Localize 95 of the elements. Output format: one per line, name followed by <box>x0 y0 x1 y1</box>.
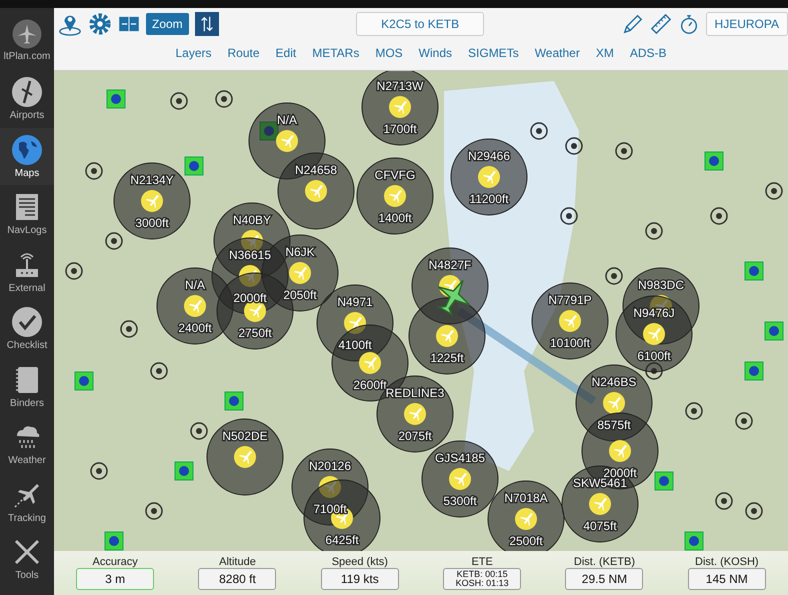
aircraft-label: N7791P <box>548 293 592 307</box>
menu-item[interactable]: ADS-B <box>630 46 667 60</box>
altitude-label: 8575ft <box>597 418 631 432</box>
aircraft-label: N983DC <box>638 278 684 292</box>
aircraft-label: N36615 <box>228 248 272 262</box>
altitude-label: 10100ft <box>550 336 590 350</box>
altitude-label: 6100ft <box>637 349 671 363</box>
readout-label: Dist. (KOSH) <box>695 556 759 568</box>
altitude-label: 4075ft <box>583 519 617 533</box>
altitude-label: 2400ft <box>178 321 212 335</box>
traffic-target[interactable] <box>362 71 438 146</box>
aircraft-label: N20126 <box>308 459 352 473</box>
traffic-target[interactable] <box>206 418 284 496</box>
profile-button[interactable]: HJEUROPA <box>706 12 788 36</box>
traffic-target[interactable] <box>422 440 498 518</box>
logo-text: ltPlan.com <box>4 50 50 62</box>
readout-label: Altitude <box>219 556 256 568</box>
settings-icon[interactable] <box>88 12 112 36</box>
readout-label: Dist. (KETB) <box>574 556 636 568</box>
aircraft-label: N2713W <box>376 79 424 93</box>
aircraft-label: N2134Y <box>130 173 174 187</box>
aircraft-label: N29466 <box>468 149 510 163</box>
aircraft-label: N40BY <box>232 213 272 227</box>
menu-item[interactable]: Edit <box>276 46 296 60</box>
sidebar-tab[interactable]: Binders <box>0 358 54 415</box>
aircraft-label: N/A <box>277 113 297 127</box>
aircraft-label: N/A <box>185 278 205 292</box>
altitude-label: 1700ft <box>383 122 417 136</box>
aircraft-label: GJS4185 <box>434 451 486 465</box>
traffic-target[interactable] <box>356 158 434 234</box>
ruler-icon[interactable] <box>650 13 672 35</box>
aircraft-label: N502DE <box>222 429 268 443</box>
menu-item[interactable]: Weather <box>534 46 580 60</box>
aircraft-label: N7018A <box>504 491 548 505</box>
readout-value: 8280 ft <box>198 568 276 590</box>
aircraft-label: N4971 <box>337 295 373 309</box>
sidebar-tab[interactable]: Airports <box>0 70 54 128</box>
altitude-label: 2075ft <box>398 429 432 443</box>
readout-label: Speed (kts) <box>332 556 388 568</box>
traffic-target[interactable] <box>408 298 486 374</box>
split-view-icon[interactable] <box>118 16 140 32</box>
altitude-label: 3000ft <box>135 216 169 230</box>
route-button[interactable]: K2C5 to KETB <box>356 12 484 36</box>
pencil-icon[interactable] <box>622 13 644 35</box>
altitude-label: 2500ft <box>509 534 543 548</box>
altitude-label: 2050ft <box>283 288 317 302</box>
traffic-target[interactable] <box>616 296 692 372</box>
plane-logo-icon <box>10 16 44 50</box>
aircraft-label: N24658 <box>294 163 338 177</box>
sidebar-tab[interactable]: Checklist <box>0 300 54 358</box>
menu-item[interactable]: MOS <box>375 46 403 60</box>
sidebar-tab[interactable]: Tracking <box>0 472 54 530</box>
checkmark-icon <box>11 306 43 338</box>
traffic-target[interactable] <box>532 282 608 360</box>
traffic-target[interactable] <box>278 152 354 230</box>
readout-value: 145 NM <box>688 568 766 590</box>
aircraft-label: N246BS <box>592 375 636 389</box>
sidebar-tab[interactable]: NavLogs <box>0 185 54 242</box>
readout-value: 3 m <box>76 568 154 590</box>
altitude-label: 1225ft <box>430 351 464 365</box>
traffic-target[interactable] <box>114 162 190 240</box>
aircraft-label: N4827F <box>428 258 472 272</box>
sidebar-tab[interactable]: External <box>0 242 54 300</box>
altitude-label: 5300ft <box>443 494 477 508</box>
readout-value: 119 kts <box>320 568 399 590</box>
altitude-label: 2000ft <box>233 291 267 305</box>
traffic-target[interactable] <box>450 138 528 216</box>
sidebar-tab[interactable]: Weather <box>0 415 54 472</box>
menu-item[interactable]: METARs <box>312 46 360 60</box>
aircraft-label: N9476J <box>633 306 675 320</box>
altitude-label: 2600ft <box>353 378 387 392</box>
menu-item[interactable]: Route <box>228 46 260 60</box>
zoom-button[interactable]: Zoom <box>146 13 189 35</box>
readout-label: ETE <box>471 556 493 568</box>
readout-value: KETB: 00:15 KOSH: 01:13 <box>443 568 522 590</box>
aircraft-label: CFVFG <box>374 168 416 182</box>
altitude-label: 11200ft <box>469 192 509 206</box>
menu-item[interactable]: SIGMETs <box>468 46 519 60</box>
altitude-label: 1400ft <box>378 211 412 225</box>
sidebar-tab[interactable]: Maps <box>0 128 54 185</box>
menu-item[interactable]: XM <box>596 46 614 60</box>
aircraft-label: N6JK <box>285 245 315 259</box>
own-aircraft-icon <box>437 280 470 316</box>
readout-value: 29.5 NM <box>565 568 644 590</box>
globe-icon <box>11 134 43 166</box>
menu-item[interactable]: Winds <box>418 46 452 60</box>
menu-item[interactable]: Layers <box>175 46 212 60</box>
aircraft-label: REDLINE3 <box>386 386 444 400</box>
readout-label: Accuracy <box>92 556 138 568</box>
traffic-target[interactable] <box>562 466 638 542</box>
sidebar-tab[interactable]: Tools <box>0 530 54 588</box>
altitude-label: 4100ft <box>338 338 372 352</box>
altitude-label: 2750ft <box>238 326 272 340</box>
north-up-button[interactable] <box>194 12 219 36</box>
altitude-label: 6425ft <box>325 533 359 547</box>
